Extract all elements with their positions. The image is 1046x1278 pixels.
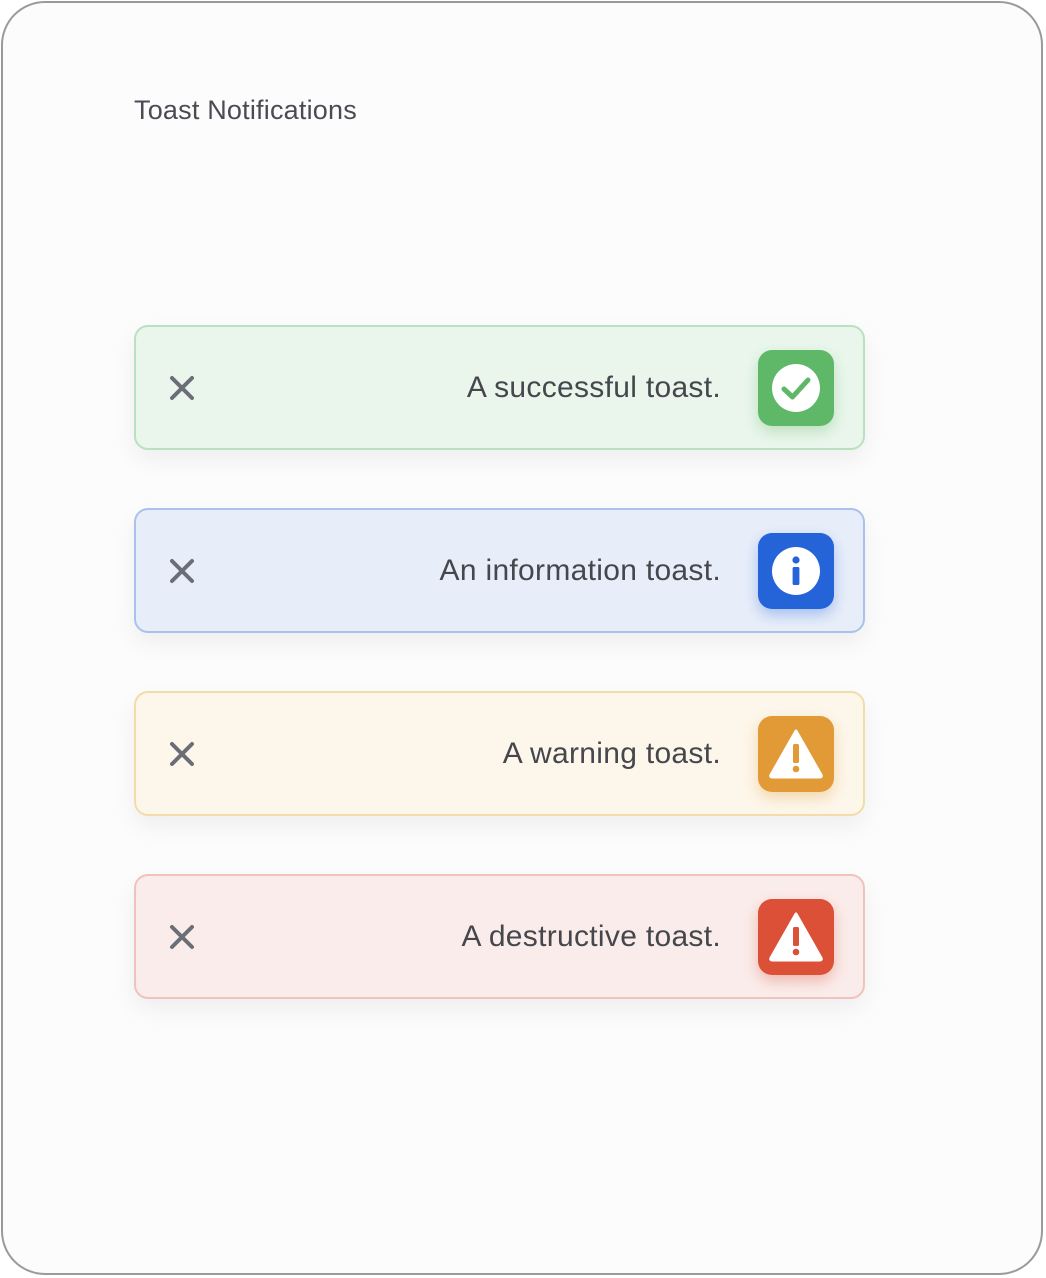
toast-message: A successful toast. [466,370,721,404]
toast-badge [758,715,834,792]
toast-message: An information toast. [439,553,721,587]
close-button[interactable] [166,372,198,404]
toast-badge [758,349,834,426]
toast-information: An information toast. [134,508,865,633]
info-circle-icon [772,546,820,595]
toast-badge [758,532,834,609]
toast-success: A successful toast. [134,325,865,450]
toast-message: A destructive toast. [461,919,721,953]
warning-triangle-icon [769,729,823,778]
app-window: Toast Notifications A successful toast. … [1,1,1043,1275]
close-button[interactable] [166,555,198,587]
close-icon [170,741,194,766]
toast-message: A warning toast. [502,736,721,770]
toast-warning: A warning toast. [134,691,865,816]
close-button[interactable] [166,921,198,953]
close-icon [170,924,194,949]
close-button[interactable] [166,738,198,770]
page-title: Toast Notifications [134,95,357,125]
check-circle-icon [772,363,820,412]
warning-triangle-icon [769,912,823,961]
toast-destructive: A destructive toast. [134,874,865,999]
toast-badge [758,898,834,975]
close-icon [170,558,194,583]
close-icon [170,375,194,400]
